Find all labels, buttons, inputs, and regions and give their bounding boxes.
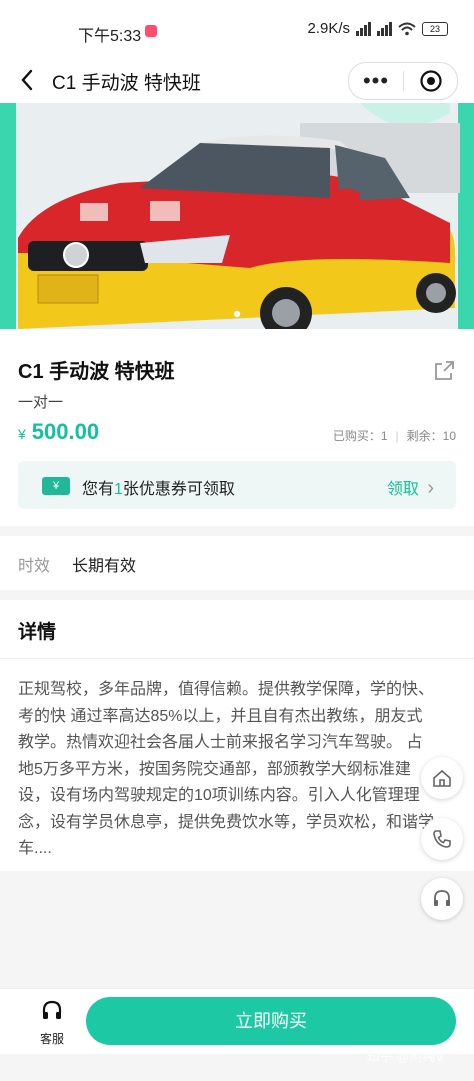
price-value: 500.00 <box>31 419 100 444</box>
nav-title: C1 手动波 特快班 <box>52 73 201 94</box>
status-bar: 下午5:33 2.9K/s 23 <box>0 0 474 56</box>
network-speed: 2.9K/s <box>307 20 350 37</box>
coupon-banner[interactable]: ¥ 您有1张优惠券可领取 领取 › <box>18 461 456 509</box>
watermark: 知乎 @阿纯V <box>366 1049 444 1064</box>
purchased-count: 已购买：1 <box>332 429 388 443</box>
product-subtitle: 一对一 <box>18 394 64 411</box>
back-icon[interactable] <box>16 66 40 94</box>
product-image-carousel[interactable] <box>0 103 474 329</box>
coupon-text-prefix: 您有 <box>82 481 115 498</box>
details-header: 详情 <box>0 600 474 659</box>
sales-stats: 已购买：1 | 剩余：10 <box>333 427 456 444</box>
close-target-icon[interactable] <box>404 69 457 93</box>
headset-icon <box>42 1000 62 1019</box>
customer-service-label: 客服 <box>39 1032 64 1046</box>
signal-icon <box>356 21 371 36</box>
validity-value: 长期有效 <box>72 558 137 575</box>
buy-now-button[interactable]: 立即购买 知乎 @阿纯V <box>86 997 456 1064</box>
signal-2-icon <box>377 21 392 36</box>
coupon-icon: ¥ <box>42 477 70 495</box>
notification-badge-icon <box>145 25 157 37</box>
validity-row: 时效 长期有效 <box>0 536 474 590</box>
home-button[interactable] <box>421 757 463 799</box>
chevron-right-icon: › <box>427 477 434 499</box>
product-info-card: C1 手动波 特快班 一对一 ¥500.00 已购买：1 | 剩余：10 ¥ 您有1… <box>0 329 474 526</box>
buy-now-label: 立即购买 <box>235 1011 307 1031</box>
details-body: 正规驾校，多年品牌，值得信赖。提供教学保障，学的快、考的快 通过率高达85%以上… <box>0 659 474 871</box>
nav-bar: C1 手动波 特快班 ••• <box>0 56 474 104</box>
coupon-text: 您有1张优惠券可领取 <box>82 475 235 499</box>
stats-separator: | <box>395 429 399 443</box>
coupon-count: 1 <box>114 481 123 498</box>
mini-program-capsule: ••• <box>348 62 458 100</box>
details-text: 正规驾校，多年品牌，值得信赖。提供教学保障，学的快、考的快 通过率高达85%以上… <box>18 681 435 857</box>
validity-label: 时效 <box>18 558 51 575</box>
carousel-dot[interactable] <box>233 310 241 318</box>
product-price: ¥500.00 <box>18 419 99 445</box>
customer-service-float-button[interactable] <box>421 878 463 920</box>
more-menu-button[interactable]: ••• <box>349 63 403 99</box>
coupon-text-suffix: 张优惠券可领取 <box>122 481 235 498</box>
remaining-count: 剩余：10 <box>406 429 456 443</box>
claim-coupon-button[interactable]: 领取 › <box>387 475 434 500</box>
details-heading: 详情 <box>18 622 57 643</box>
wifi-icon <box>398 22 416 36</box>
headset-icon <box>434 890 450 906</box>
home-icon <box>433 769 451 787</box>
battery-icon: 23 <box>422 21 448 36</box>
phone-button[interactable] <box>421 818 463 860</box>
status-time: 下午5:33 <box>78 28 142 45</box>
share-icon[interactable] <box>432 359 456 383</box>
claim-label: 领取 <box>386 481 419 498</box>
status-right: 2.9K/s 23 <box>307 20 448 37</box>
product-title: C1 手动波 特快班 <box>18 361 175 383</box>
phone-icon <box>433 830 451 848</box>
bottom-bar: 客服 立即购买 知乎 @阿纯V <box>0 988 474 1064</box>
currency-symbol: ¥ <box>18 426 26 442</box>
car-photo <box>0 103 474 329</box>
customer-service-button[interactable]: 客服 <box>30 999 74 1047</box>
